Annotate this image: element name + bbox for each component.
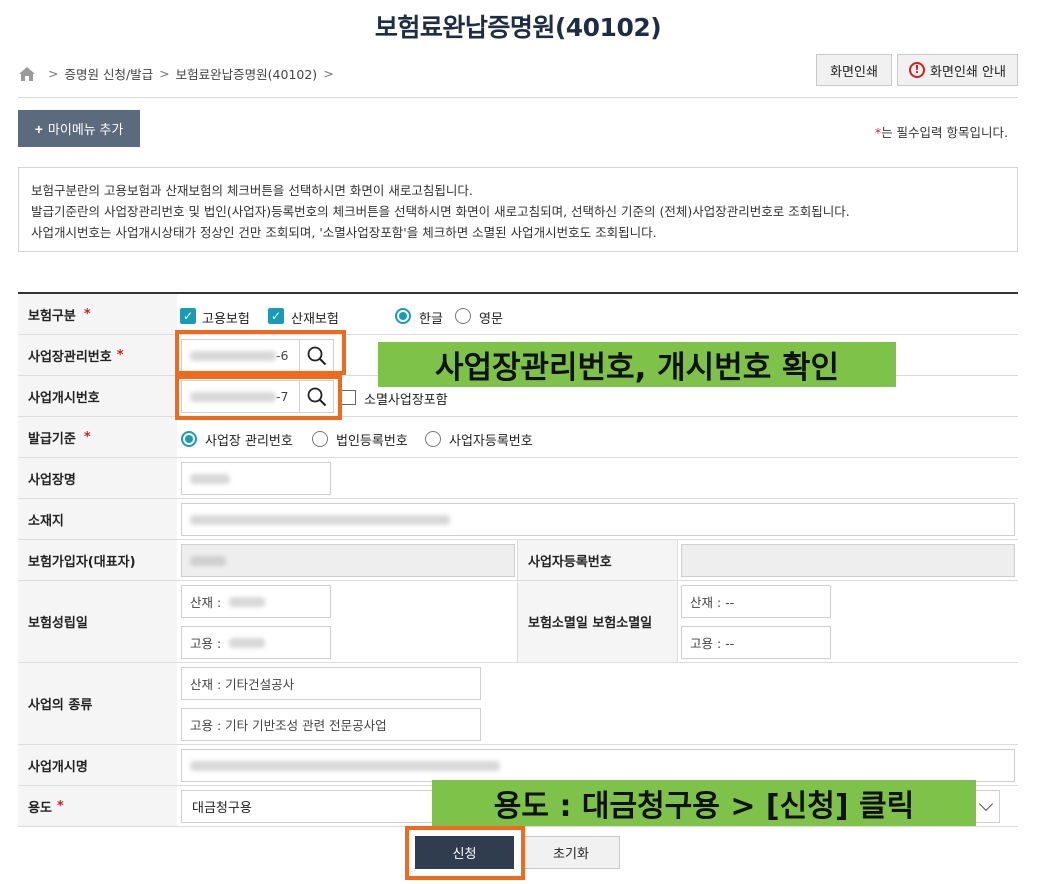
warning-icon: ! [909,62,926,78]
masked-value [190,555,226,566]
label-closed: 보험소멸일 보험소멸일 [517,581,678,662]
row-issue-basis: 발급기준 * 사업장 관리번호 법인등록번호 사업자등록번호 [18,417,1018,458]
callout-check-numbers: 사업장관리번호, 개시번호 확인 [378,342,896,387]
print-guide-button[interactable]: ! 화면인쇄 안내 [897,54,1018,86]
required-star: * [83,306,91,322]
biz-type-accident-input: 산재 : 기타건설공사 [181,667,481,700]
label-insured: 보험가입자(대표자) [18,540,177,580]
breadcrumb-item-current[interactable]: 보험료완납증명원(40102) [176,64,318,83]
label-text: 발급기준 [28,431,76,447]
prefix: 산재 : [190,595,222,610]
label-address: 소재지 [18,499,177,539]
breadcrumb: > 증명원 신청/발급 > 보험료완납증명원(40102) > [18,64,340,83]
required-star: * [116,347,124,363]
accident-checkbox[interactable]: ✓ [268,308,284,324]
row-insurance-type: 보험구분 * ✓ 고용보험 ✓ 산재보험 한글 영문 [18,294,1018,335]
divider [18,97,1018,98]
info-line: 발급기준란의 사업장관리번호 및 법인(사업자)등록번호의 체크버튼을 선택하시… [31,204,850,219]
prefix: 고용 : [190,636,222,651]
required-star: * [83,429,91,445]
page-title: 보험료완납증명원(40102) [374,13,662,42]
info-line: 사업개시번호는 사업개시상태가 정상인 건만 조회되며, '소멸사업장포함'을 … [31,225,657,240]
label-biz-mgmt-no: 사업장관리번호 * [18,335,177,375]
closed-accident-input: 산재 : -- [681,585,831,618]
label-issue-basis: 발급기준 * [18,417,177,457]
insured-input [181,544,515,577]
masked-value [229,596,266,607]
masked-value [190,473,230,484]
closed-employment-input: 고용 : -- [681,626,831,659]
issue-basis-corp-radio[interactable] [312,431,328,447]
biz-reg-no-input [681,544,1015,577]
breadcrumb-separator: > [48,66,59,81]
label-text: 보험구분 [28,308,76,324]
lang-english-radio[interactable] [455,308,471,324]
breadcrumb-item-certificate[interactable]: 증명원 신청/발급 [64,64,153,83]
established-employment-input: 고용 : [181,626,331,659]
lang-english-label: 영문 [479,312,503,327]
info-line: 보험구분란의 고용보험과 산재보험의 체크버튼을 선택하시면 화면이 새로고침됩… [31,183,473,198]
issue-basis-bizreg-label: 사업자등록번호 [449,434,533,449]
purpose-selected-value: 대금청구용 [192,801,252,816]
chevron-down-icon [978,796,994,812]
masked-value [229,637,266,648]
add-mymenu-button[interactable]: + 마이메뉴 추가 [18,110,140,147]
print-screen-button[interactable]: 화면인쇄 [816,54,892,86]
label-biz-start-name: 사업개시명 [18,745,177,785]
label-biz-reg-no: 사업자등록번호 [517,540,678,580]
established-accident-input: 산재 : [181,585,331,618]
employment-label: 고용보험 [202,312,250,327]
lang-korean-radio[interactable] [395,308,411,324]
add-mymenu-label: 마이메뉴 추가 [47,122,124,137]
form-table: 보험구분 * ✓ 고용보험 ✓ 산재보험 한글 영문 사업장관리번호 * -6 … [18,292,1018,827]
label-biz-type: 사업의 종류 [18,663,177,744]
issue-basis-mgmt-label: 사업장 관리번호 [205,434,293,449]
highlight-box [175,330,346,375]
row-address: 소재지 [18,499,1018,540]
include-closed-label: 소멸사업장포함 [364,393,448,408]
row-insured: 보험가입자(대표자) 사업자등록번호 [18,540,1018,581]
issue-basis-corp-label: 법인등록번호 [336,434,408,449]
biz-name-input[interactable] [181,462,331,495]
row-established: 보험성립일 산재 : 고용 : 보험소멸일 보험소멸일 산재 : -- 고용 :… [18,581,1018,663]
highlight-box [175,375,342,420]
label-text: 사업장관리번호 [28,349,112,365]
label-biz-start-no: 사업개시번호 [18,376,177,416]
include-closed-checkbox[interactable] [341,390,356,405]
accident-label: 산재보험 [291,312,339,327]
required-star: * [56,798,64,814]
label-established: 보험성립일 [18,581,177,662]
breadcrumb-separator: > [323,66,334,81]
info-box: 보험구분란의 고용보험과 산재보험의 체크버튼을 선택하시면 화면이 새로고침됩… [18,167,1018,252]
issue-basis-bizreg-radio[interactable] [425,431,441,447]
home-icon[interactable] [18,66,36,82]
row-biz-name: 사업장명 [18,458,1018,499]
label-text: 용도 [28,800,52,816]
biz-start-name-input[interactable] [181,749,1015,782]
issue-basis-mgmt-radio[interactable] [181,431,197,447]
label-biz-name: 사업장명 [18,458,177,498]
address-input[interactable] [181,503,1015,536]
plus-icon: + [34,120,43,137]
print-guide-label: 화면인쇄 안내 [930,64,1006,80]
required-note: *는 필수입력 항목입니다. [875,122,1008,141]
callout-purpose-click: 용도 : 대금청구용 > [신청] 클릭 [432,780,976,826]
reset-button[interactable]: 초기화 [522,836,620,869]
biz-type-employment-input: 고용 : 기타 기반조성 관련 전문공사업 [181,708,481,741]
lang-korean-label: 한글 [419,312,443,327]
label-purpose: 용도 * [18,786,177,826]
employment-checkbox[interactable]: ✓ [180,308,196,324]
row-biz-type: 사업의 종류 산재 : 기타건설공사 고용 : 기타 기반조성 관련 전문공사업 [18,663,1018,745]
required-note-text: 는 필수입력 항목입니다. [881,125,1008,140]
highlight-box [405,826,525,880]
label-insurance-type: 보험구분 * [18,294,177,334]
masked-value [190,514,450,525]
masked-value [190,760,500,771]
breadcrumb-separator: > [159,66,170,81]
